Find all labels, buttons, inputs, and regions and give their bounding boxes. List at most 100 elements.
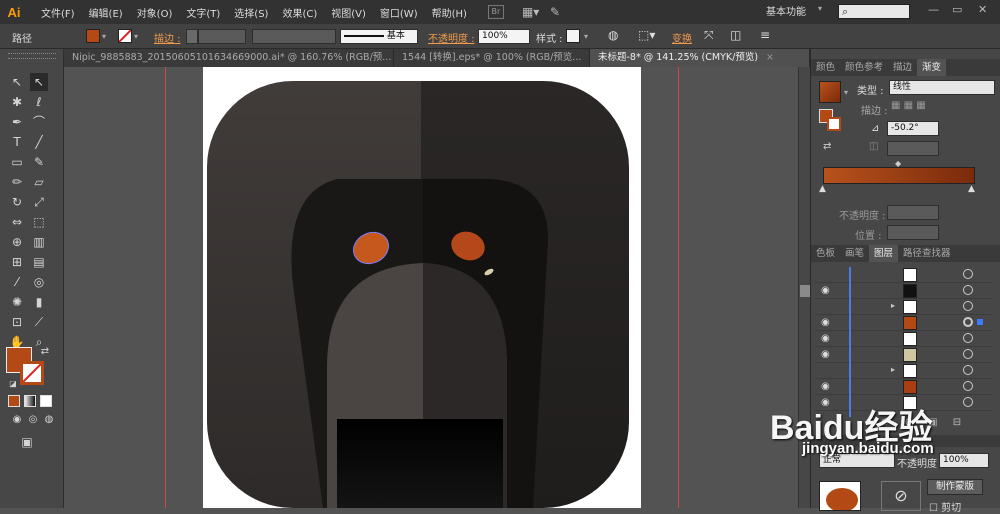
- pen-tool-icon[interactable]: ✒: [8, 113, 26, 131]
- canvas-area[interactable]: [64, 67, 798, 508]
- layer-row[interactable]: ◉: [815, 283, 991, 299]
- menu-view[interactable]: 视图(V): [324, 5, 373, 20]
- menu-window[interactable]: 窗口(W): [373, 5, 425, 20]
- transform-label[interactable]: 变换: [672, 30, 692, 45]
- aspect-ratio-field[interactable]: [887, 141, 939, 156]
- rectangle-tool-icon[interactable]: ▭: [8, 153, 26, 171]
- tab-layers[interactable]: 图层: [869, 245, 899, 262]
- draw-inside-icon[interactable]: ◍: [40, 411, 58, 429]
- panel-menu-icon[interactable]: ≡: [760, 28, 770, 42]
- opacity-field[interactable]: 100%: [478, 29, 530, 44]
- stroke-label[interactable]: 描边 :: [154, 30, 181, 45]
- tab-stroke[interactable]: 描边: [888, 59, 917, 76]
- curvature-tool-icon[interactable]: ⌒: [30, 113, 48, 131]
- tab-swatches[interactable]: 色板: [811, 245, 840, 262]
- close-icon[interactable]: ✕: [978, 3, 987, 16]
- target-icon[interactable]: [963, 333, 973, 343]
- target-icon[interactable]: [963, 349, 973, 359]
- chevron-down-icon[interactable]: ▾: [584, 32, 588, 41]
- eye-icon[interactable]: ◉: [821, 285, 833, 297]
- gradient-mode-icon[interactable]: [24, 395, 36, 407]
- angle-field[interactable]: -50.2°: [887, 121, 939, 136]
- target-icon[interactable]: [963, 301, 973, 311]
- chevron-down-icon[interactable]: ▾: [134, 32, 138, 41]
- screen-mode-icon[interactable]: ▣: [18, 433, 36, 451]
- gradient-stop-right[interactable]: ▲: [968, 184, 975, 194]
- gradient-stop-left[interactable]: ▲: [819, 184, 826, 194]
- color-mode-icon[interactable]: [8, 395, 20, 407]
- target-icon[interactable]: [963, 381, 973, 391]
- target-icon[interactable]: [963, 365, 973, 375]
- type-tool-icon[interactable]: T: [8, 133, 26, 151]
- scale-icon[interactable]: ⤢: [30, 193, 48, 211]
- menu-effect[interactable]: 效果(C): [275, 5, 324, 20]
- align-icon[interactable]: ⬚▾: [638, 28, 655, 42]
- tab-pathfinder[interactable]: 路径查找器: [898, 245, 956, 262]
- close-icon[interactable]: ×: [766, 49, 774, 67]
- shape-builder-icon[interactable]: ⊕: [8, 233, 26, 251]
- graphic-style-swatch[interactable]: [566, 29, 580, 43]
- tab-document-3-active[interactable]: 未标题-8* @ 141.25% (CMYK/预览) ×: [590, 49, 810, 67]
- stroke-color-box[interactable]: [20, 361, 44, 385]
- gpu-performance-icon[interactable]: ✎: [550, 5, 566, 19]
- layer-row[interactable]: ◉: [815, 347, 991, 363]
- expand-triangle-icon[interactable]: ▸: [891, 365, 895, 374]
- tab-document-2[interactable]: 1544 [转换].eps* @ 100% (RGB/预览...×: [394, 49, 590, 67]
- stroke-weight-field[interactable]: [198, 29, 246, 44]
- paintbrush-icon[interactable]: ✎: [30, 153, 48, 171]
- transparency-opacity-field[interactable]: 100%: [939, 453, 989, 468]
- stroke-mini-swatch[interactable]: [827, 117, 841, 131]
- tab-gradient[interactable]: 渐变: [917, 59, 947, 76]
- clip-checkbox-label[interactable]: ☐ 剪切: [929, 499, 961, 514]
- eyedropper-icon[interactable]: ⁄: [8, 273, 26, 291]
- line-tool-icon[interactable]: ╱: [30, 133, 48, 151]
- artboard-tool-icon[interactable]: ⊡: [8, 313, 26, 331]
- stroke-weight-stepper[interactable]: [186, 29, 198, 44]
- stop-location-field[interactable]: [887, 225, 939, 240]
- direct-selection-tool-icon[interactable]: ↖: [30, 73, 48, 91]
- tab-document-1[interactable]: Nipic_9885883_20150605101634669000.ai* @…: [64, 49, 394, 67]
- target-icon[interactable]: [963, 397, 973, 407]
- mask-none-icon[interactable]: ⊘: [881, 481, 921, 511]
- bridge-icon[interactable]: Br: [487, 5, 504, 19]
- eye-icon[interactable]: ◉: [821, 381, 833, 393]
- gradient-type-dropdown[interactable]: 线性: [889, 80, 995, 95]
- lasso-icon[interactable]: ℓ: [30, 93, 48, 111]
- pencil-icon[interactable]: ✏: [8, 173, 26, 191]
- menu-select[interactable]: 选择(S): [227, 5, 275, 20]
- panel-grip[interactable]: [8, 53, 56, 59]
- tab-color-guide[interactable]: 颜色参考: [840, 59, 888, 76]
- arrange-documents-icon[interactable]: ▦▾: [522, 5, 539, 19]
- layer-row-selected[interactable]: ◉: [815, 315, 991, 331]
- rotate-icon[interactable]: ↻: [8, 193, 26, 211]
- eraser-icon[interactable]: ▱: [30, 173, 48, 191]
- selection-indicator[interactable]: [977, 319, 983, 325]
- transform-icon[interactable]: ⤧: [704, 28, 714, 43]
- expand-triangle-icon[interactable]: ▸: [891, 301, 895, 310]
- chevron-down-icon[interactable]: ▾: [102, 32, 106, 41]
- none-mode-icon[interactable]: [40, 395, 52, 407]
- tab-brushes[interactable]: 画笔: [840, 245, 869, 262]
- symbol-sprayer-icon[interactable]: ✺: [8, 293, 26, 311]
- make-mask-button[interactable]: 制作蒙版: [927, 479, 983, 495]
- slice-tool-icon[interactable]: ⟋: [30, 313, 48, 331]
- menu-type[interactable]: 文字(T): [179, 5, 227, 20]
- eye-icon[interactable]: ◉: [821, 333, 833, 345]
- width-tool-icon[interactable]: ⇔: [8, 213, 26, 231]
- brush-definition-dropdown[interactable]: 基本: [340, 29, 418, 44]
- stop-opacity-field[interactable]: [887, 205, 939, 220]
- swap-colors-icon[interactable]: ⇄: [36, 343, 54, 361]
- layer-row[interactable]: ▸: [815, 363, 991, 379]
- magic-wand-icon[interactable]: ✱: [8, 93, 26, 111]
- layer-row[interactable]: ◉: [815, 331, 991, 347]
- target-icon[interactable]: [963, 285, 973, 295]
- chevron-down-icon[interactable]: ▾: [844, 88, 848, 97]
- artboard[interactable]: [203, 67, 641, 508]
- scroll-thumb[interactable]: [800, 285, 810, 297]
- column-graph-icon[interactable]: ▮: [30, 293, 48, 311]
- layer-row[interactable]: ◉: [815, 379, 991, 395]
- variable-width-dropdown[interactable]: [252, 29, 336, 44]
- reverse-gradient-icon[interactable]: ⇄: [823, 141, 831, 152]
- gradient-slider[interactable]: [823, 167, 975, 184]
- mesh-icon[interactable]: ⊞: [8, 253, 26, 271]
